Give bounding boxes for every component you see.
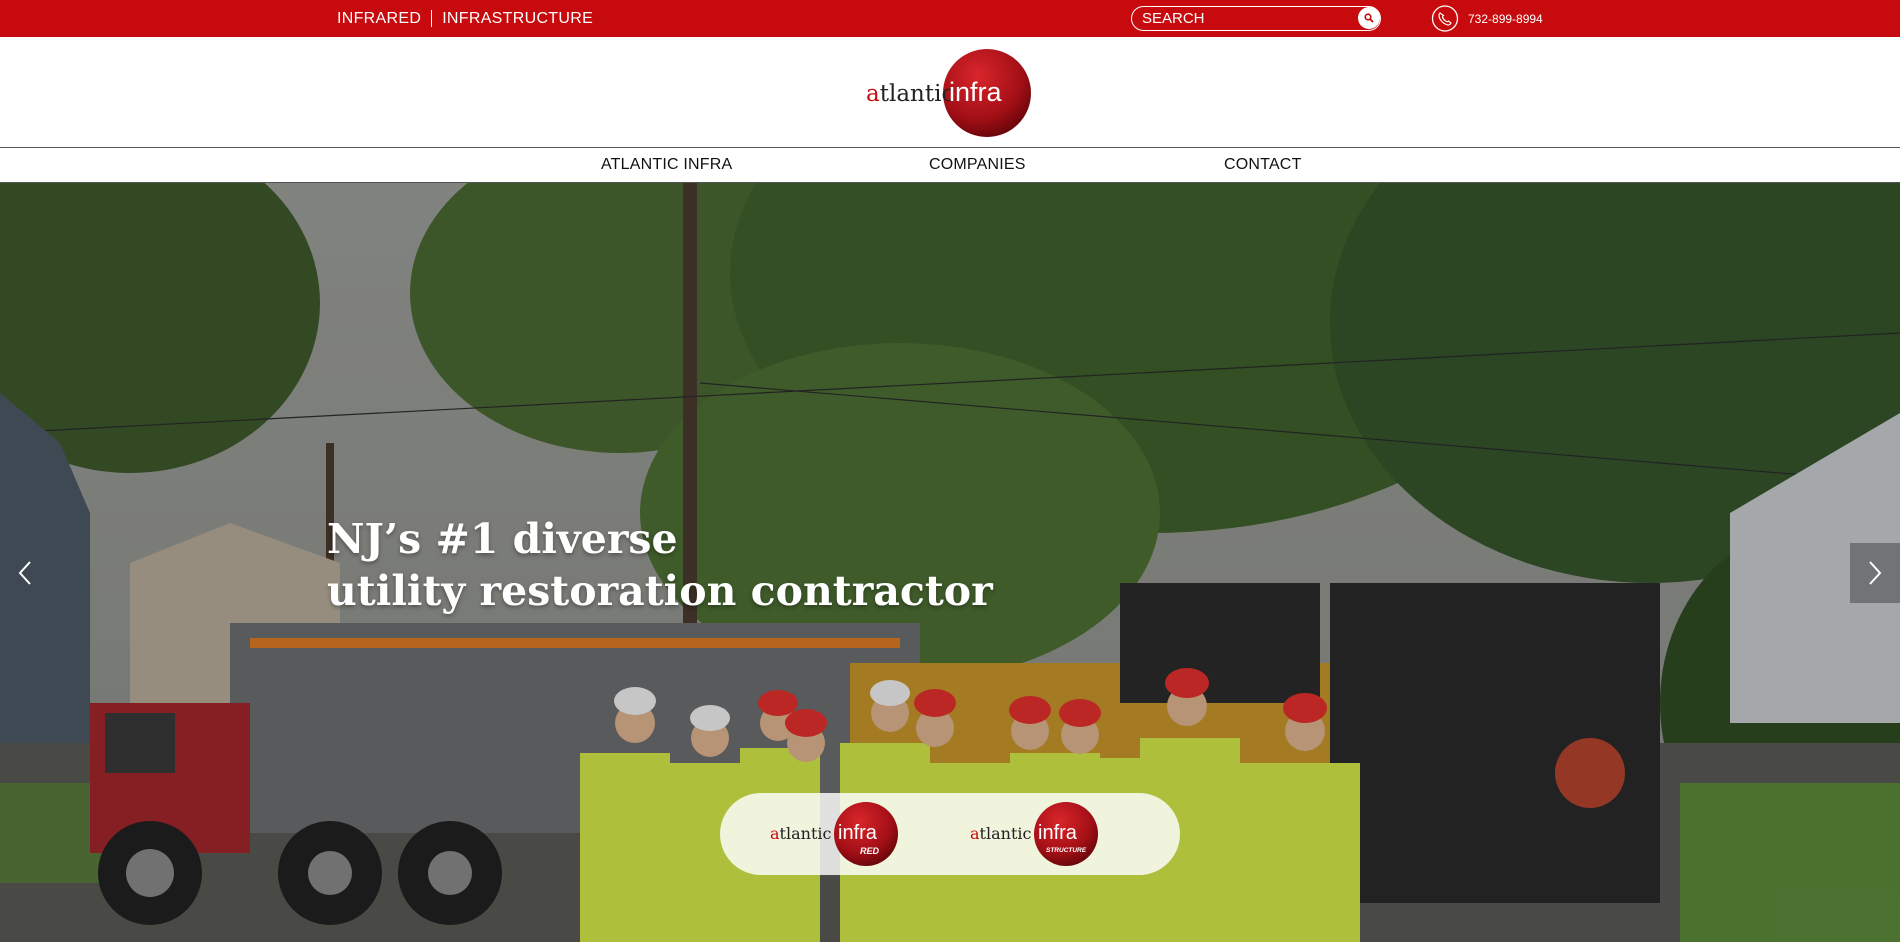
link-divider (431, 10, 433, 27)
nav-atlantic-infra[interactable]: ATLANTIC INFRA (601, 148, 732, 182)
top-bar: INFRARED INFRASTRUCTURE 732-899-8994 (0, 0, 1900, 37)
svg-text:atlantic: atlantic (770, 824, 831, 843)
company-logos-panel: atlantic infra RED atlantic infra STRUCT… (720, 793, 1180, 875)
svg-text:infra: infra (1038, 822, 1078, 844)
svg-text:atlantic: atlantic (866, 81, 954, 107)
search-icon (1364, 13, 1374, 23)
main-nav: ATLANTIC INFRA COMPANIES CONTACT (0, 147, 1900, 183)
phone-icon (1431, 5, 1459, 32)
search-input[interactable] (1142, 9, 1347, 27)
search-box (1131, 6, 1381, 31)
slider-next-button[interactable] (1850, 543, 1900, 603)
svg-text:infra: infra (949, 77, 1003, 107)
svg-text:atlantic: atlantic (970, 824, 1031, 843)
phone-number: 732-899-8994 (1468, 11, 1543, 26)
chevron-left-icon (18, 561, 31, 585)
svg-text:infra: infra (838, 822, 878, 844)
phone-contact[interactable]: 732-899-8994 (1430, 5, 1543, 32)
atlantic-infrastructure-logo[interactable]: atlantic infra STRUCTURE (970, 800, 1100, 868)
hero-slider: NJ’s #1 diverse utility restoration cont… (0, 183, 1900, 942)
slider-prev-button[interactable] (0, 543, 50, 603)
svg-text:RED: RED (860, 846, 880, 856)
nav-companies[interactable]: COMPANIES (929, 148, 1026, 182)
headline-line-2: utility restoration contractor (327, 567, 993, 615)
svg-text:STRUCTURE: STRUCTURE (1046, 847, 1087, 854)
chevron-right-icon (1869, 561, 1882, 585)
infrared-link[interactable]: INFRARED (337, 10, 421, 28)
site-header: atlantic infra (0, 37, 1900, 147)
nav-contact[interactable]: CONTACT (1224, 148, 1302, 182)
atlantic-infrared-logo[interactable]: atlantic infra RED (770, 800, 900, 868)
top-links: INFRARED INFRASTRUCTURE (337, 0, 593, 37)
search-button[interactable] (1358, 7, 1380, 29)
atlantic-infra-logo[interactable]: atlantic infra (866, 47, 1034, 139)
hero-headline: NJ’s #1 diverse utility restoration cont… (327, 513, 993, 617)
headline-line-1: NJ’s #1 diverse (327, 515, 678, 563)
infrastructure-link[interactable]: INFRASTRUCTURE (442, 10, 593, 28)
